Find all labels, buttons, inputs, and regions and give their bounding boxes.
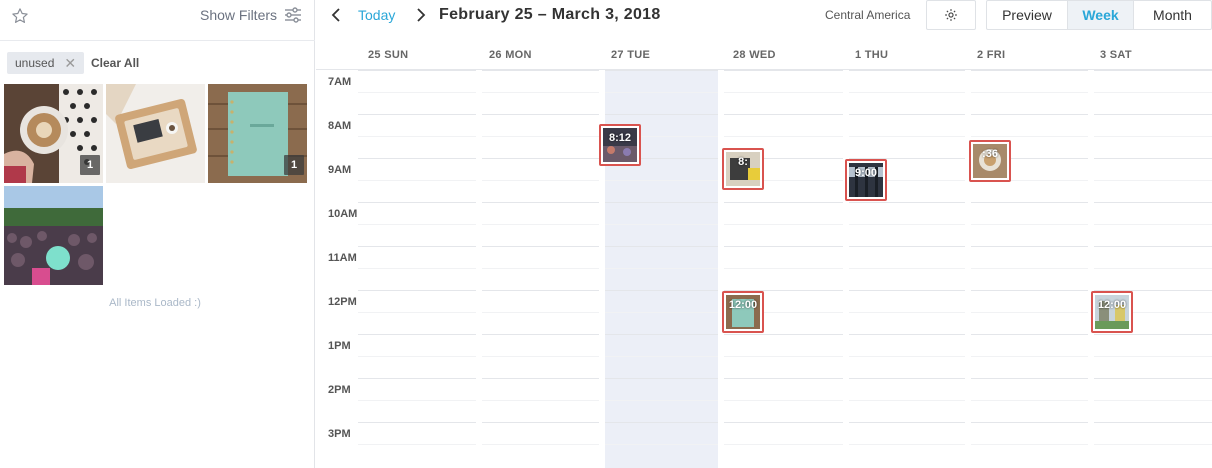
laptop-tray-photo-icon (106, 84, 205, 183)
clear-all-button[interactable]: Clear All (91, 56, 139, 70)
half-hour-line (358, 268, 1212, 269)
calendar-toolbar: Today February 25 – March 3, 2018 Centra… (316, 0, 1212, 32)
media-tile[interactable]: 1 (4, 84, 103, 183)
post-thumbnail: 9:00 (849, 163, 883, 197)
hour-line (358, 202, 1212, 203)
half-hour-line (358, 224, 1212, 225)
hour-label: 8AM (328, 120, 352, 132)
star-icon[interactable] (11, 7, 29, 25)
day-headers: 25 SUN 26 MON 27 TUE 28 WED 1 THU 2 FRI … (316, 40, 1212, 70)
chevron-left-icon[interactable] (328, 6, 344, 24)
scheduled-post[interactable]: 12:00 (1091, 291, 1133, 333)
hour-line (358, 290, 1212, 291)
timezone-selector[interactable]: Central America (825, 8, 910, 22)
load-status: All Items Loaded :) (109, 297, 201, 309)
hour-line (358, 158, 1212, 159)
media-tile[interactable]: 1 (208, 84, 307, 183)
half-hour-line (358, 356, 1212, 357)
post-thumbnail: 12:00 (726, 295, 760, 329)
usage-count-badge: 1 (284, 155, 304, 175)
media-library-panel: Show Filters unused ✕ Clear All 1 1 All … (0, 0, 315, 468)
today-button[interactable]: Today (358, 7, 395, 23)
view-switcher: Preview Week Month (986, 0, 1212, 30)
week-view-button[interactable]: Week (1068, 1, 1134, 29)
hour-label: 3PM (328, 428, 351, 440)
half-hour-line (358, 180, 1212, 181)
column-divider (476, 70, 482, 468)
active-filters: unused ✕ Clear All (0, 40, 315, 80)
preview-view-button[interactable]: Preview (987, 1, 1068, 29)
day-header[interactable]: 1 THU (855, 49, 888, 61)
day-header[interactable]: 28 WED (733, 49, 776, 61)
hour-line (358, 378, 1212, 379)
post-time: 12:00 (728, 299, 758, 311)
post-thumbnail: 8:12 (603, 128, 637, 162)
scheduled-post[interactable]: 8: (722, 148, 764, 190)
hour-label: 2PM (328, 384, 351, 396)
post-time: 8:12 (608, 132, 632, 144)
half-hour-line (358, 312, 1212, 313)
week-grid[interactable]: 7AM 8AM 9AM 10AM 11AM 12PM 1PM 2PM 3PM 8… (316, 70, 1212, 468)
hour-line (358, 422, 1212, 423)
column-divider (718, 70, 724, 468)
half-hour-line (358, 92, 1212, 93)
day-header[interactable]: 27 TUE (611, 49, 650, 61)
post-time: 9:00 (854, 167, 878, 179)
media-tile[interactable] (4, 186, 103, 285)
half-hour-line (358, 400, 1212, 401)
post-thumbnail: :36 (973, 144, 1007, 178)
hour-label: 9AM (328, 164, 352, 176)
scheduled-post[interactable]: 12:00 (722, 291, 764, 333)
day-header[interactable]: 2 FRI (977, 49, 1005, 61)
post-thumbnail: 12:00 (1095, 295, 1129, 329)
column-divider (965, 70, 971, 468)
day-header[interactable]: 25 SUN (368, 49, 408, 61)
date-range-title: February 25 – March 3, 2018 (439, 6, 661, 23)
hour-line (358, 334, 1212, 335)
sliders-icon[interactable] (284, 6, 302, 24)
settings-button[interactable] (926, 0, 976, 30)
scheduled-post[interactable]: :36 (969, 140, 1011, 182)
library-toolbar: Show Filters (0, 0, 315, 32)
post-thumbnail: 8: (726, 152, 760, 186)
hour-line (358, 114, 1212, 115)
post-time: :36 (982, 148, 998, 160)
scheduled-post[interactable]: 9:00 (845, 159, 887, 201)
hour-line (358, 246, 1212, 247)
hour-label: 1PM (328, 340, 351, 352)
post-time: 8: (738, 156, 748, 168)
media-tile[interactable] (106, 84, 205, 183)
usage-count-badge: 1 (80, 155, 100, 175)
calendar: Today February 25 – March 3, 2018 Centra… (316, 0, 1212, 468)
hour-label: 12PM (328, 296, 357, 308)
column-divider (843, 70, 849, 468)
hour-label: 11AM (328, 252, 357, 264)
chevron-right-icon[interactable] (413, 6, 429, 24)
post-time: 12:00 (1097, 299, 1127, 311)
remove-tag-icon[interactable]: ✕ (64, 52, 76, 74)
gear-icon (945, 9, 957, 21)
half-hour-line (358, 136, 1212, 137)
hour-label: 7AM (328, 76, 352, 88)
hour-line (358, 70, 1212, 71)
day-header[interactable]: 3 SAT (1100, 49, 1132, 61)
filter-tag: unused ✕ (7, 52, 85, 74)
half-hour-line (358, 444, 1212, 445)
filter-tag-label: unused (15, 56, 55, 70)
hour-label: 10AM (328, 208, 358, 220)
crowd-photo-icon (4, 186, 103, 285)
month-view-button[interactable]: Month (1134, 1, 1211, 29)
show-filters-button[interactable]: Show Filters (200, 7, 277, 23)
scheduled-post[interactable]: 8:12 (599, 124, 641, 166)
day-header[interactable]: 26 MON (489, 49, 532, 61)
column-divider (1088, 70, 1094, 468)
